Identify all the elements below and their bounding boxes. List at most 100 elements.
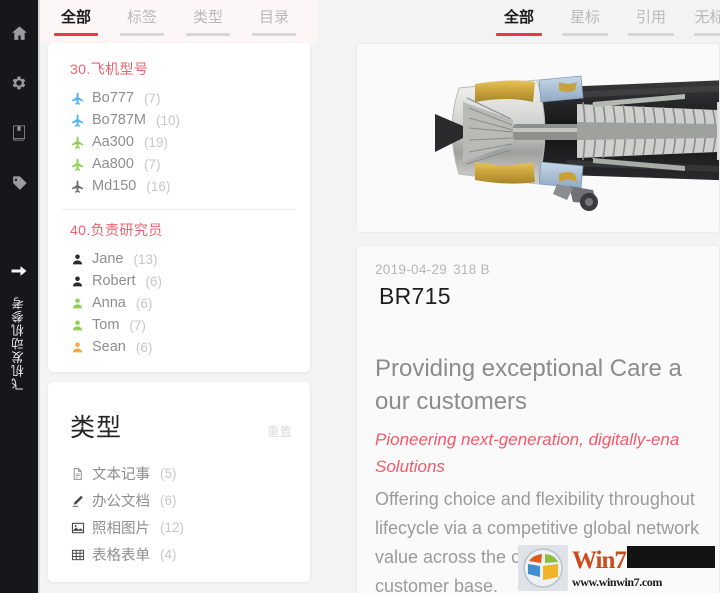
home-icon[interactable]: [0, 14, 38, 52]
tab-right-untagged[interactable]: 无标签: [694, 8, 720, 36]
document-result-card[interactable]: 2019-04-29 318 B BR715 Providing exceptio…: [356, 245, 720, 593]
tab-left-types[interactable]: 类型: [186, 8, 230, 36]
tab-right-untagged-label: 无标签: [694, 9, 720, 26]
document-body-line2: lifecycle via a competitive global netwo…: [375, 518, 700, 538]
type-card-title: 类型: [70, 414, 123, 442]
rail-vertical-title: 飞机发动机参考: [11, 296, 26, 391]
tab-right-starred[interactable]: 星标: [562, 8, 608, 36]
tab-right-all-underline: [496, 33, 542, 36]
plane-icon: [70, 157, 85, 172]
facet-item-md150-count: (16): [146, 178, 171, 194]
pen-icon: [70, 493, 85, 508]
windows-logo-icon: [518, 545, 568, 591]
image-result-card[interactable]: [356, 43, 720, 233]
jet-engine-cutaway-image: [435, 75, 719, 211]
facet-item-md150[interactable]: Md150 (16): [48, 175, 310, 197]
table-icon: [70, 547, 85, 562]
tab-right-cited-underline: [628, 33, 674, 36]
plane-icon: [70, 179, 85, 194]
document-subheading-line2: Solutions: [375, 457, 445, 476]
left-rail: 飞机发动机参考: [0, 0, 38, 593]
text-file-icon: [70, 466, 85, 481]
tab-left-types-underline: [186, 33, 230, 36]
person-icon: [70, 274, 85, 289]
facet-item-aa300[interactable]: Aa300 (19): [48, 131, 310, 153]
tab-right-cited-label: 引用: [635, 9, 666, 26]
facet-item-aa800[interactable]: Aa800 (7): [48, 153, 310, 175]
type-item-table-form[interactable]: 表格表单 (4): [48, 541, 310, 568]
tab-left-catalog-underline: [252, 33, 296, 36]
facet-item-robert-count: (6): [145, 273, 163, 289]
watermark: Win7 www.winwin7.com: [518, 543, 720, 593]
tab-left-all[interactable]: 全部: [54, 8, 98, 36]
facet-item-tom-count: (7): [129, 317, 146, 333]
tab-left-all-underline: [54, 33, 98, 36]
facet-item-bo777[interactable]: Bo777 (7): [48, 87, 310, 109]
right-column: 全部 星标 引用 无标签: [320, 0, 720, 593]
tab-left-tags[interactable]: 标签: [120, 8, 164, 36]
facet-item-sean-label: Sean: [92, 339, 126, 355]
person-icon: [70, 318, 85, 333]
plane-icon: [70, 91, 85, 106]
facet-item-jane-count: (13): [133, 251, 158, 267]
arrow-right-icon[interactable]: [0, 252, 38, 290]
watermark-text: Win7 www.winwin7.com: [572, 546, 715, 590]
tab-right-all-label: 全部: [503, 9, 534, 26]
facet-item-jane[interactable]: Jane (13): [48, 248, 310, 270]
facet-item-tom[interactable]: Tom (7): [48, 314, 310, 336]
left-tabbar: 全部 标签 类型 目录: [40, 0, 318, 43]
facet-item-anna[interactable]: Anna (6): [48, 292, 310, 314]
tab-left-catalog[interactable]: 目录: [252, 8, 296, 36]
facet-item-aa800-label: Aa800: [92, 156, 134, 172]
tab-left-tags-underline: [120, 33, 164, 36]
plane-icon: [70, 113, 85, 128]
facet-item-anna-count: (6): [135, 295, 153, 311]
type-item-office-doc-count: (6): [160, 493, 177, 508]
tab-right-starred-underline: [562, 33, 608, 36]
tab-left-all-label: 全部: [60, 9, 91, 26]
tab-left-tags-label: 标签: [126, 9, 157, 26]
document-title: BR715: [379, 283, 451, 309]
facet-item-bo787m[interactable]: Bo787M (10): [48, 109, 310, 131]
watermark-brand-row: Win7: [572, 546, 715, 575]
tab-right-untagged-underline: [694, 33, 720, 36]
facet-item-bo777-count: (7): [143, 90, 161, 106]
document-date: 2019-04-29: [375, 262, 448, 277]
tag-icon[interactable]: [0, 164, 38, 202]
type-item-photo-label: 照相图片: [92, 521, 150, 537]
tab-right-all[interactable]: 全部: [496, 8, 542, 36]
gear-icon[interactable]: [0, 64, 38, 102]
facet-item-anna-label: Anna: [92, 295, 126, 311]
tab-right-cited[interactable]: 引用: [628, 8, 674, 36]
facet-separator: [62, 209, 296, 210]
facet-item-sean[interactable]: Sean (6): [48, 336, 310, 358]
type-item-photo-count: (12): [160, 520, 185, 535]
type-item-text-note[interactable]: 文本记事 (5): [48, 460, 310, 487]
plane-icon: [70, 135, 85, 150]
right-tabbar: 全部 星标 引用 无标签: [320, 0, 720, 43]
type-card-reset-button[interactable]: 重置: [267, 421, 292, 440]
facet-title-researcher: 40.负责研究员: [70, 222, 163, 238]
type-item-office-doc-label: 办公文档: [92, 494, 150, 510]
type-item-text-note-label: 文本记事: [92, 467, 150, 483]
facet-item-md150-label: Md150: [92, 178, 137, 194]
facet-item-jane-label: Jane: [92, 251, 124, 267]
book-icon[interactable]: [0, 114, 38, 152]
facet-item-robert[interactable]: Robert (6): [48, 270, 310, 292]
type-item-photo[interactable]: 照相图片 (12): [48, 514, 310, 541]
facet-item-bo787m-count: (10): [156, 112, 181, 128]
image-icon: [70, 520, 85, 535]
watermark-url: www.winwin7.com: [572, 575, 663, 589]
document-subheading-line1: Pioneering next-generation, digitally-en…: [375, 430, 680, 449]
type-item-office-doc[interactable]: 办公文档 (6): [48, 487, 310, 514]
facet-item-aa800-count: (7): [143, 156, 161, 172]
person-icon: [70, 340, 85, 355]
facet-item-sean-count: (6): [135, 339, 153, 355]
facet-item-aa300-label: Aa300: [92, 134, 134, 150]
document-size: 318 B: [453, 262, 490, 277]
watermark-redacted-block: [626, 546, 715, 568]
left-column: 全部 标签 类型 目录 30.飞机型号 Bo777 (7) Bo787M (10…: [40, 0, 318, 593]
type-item-table-form-label: 表格表单: [92, 548, 150, 564]
tab-left-catalog-label: 目录: [258, 9, 289, 26]
document-meta: 2019-04-29 318 B: [375, 262, 719, 277]
